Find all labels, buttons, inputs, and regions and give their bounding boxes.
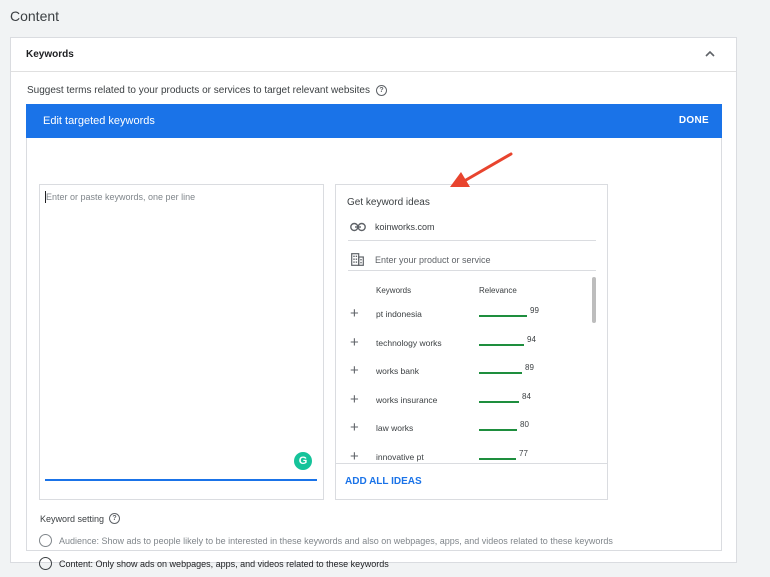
keyword-idea-text: technology works (376, 337, 442, 348)
keyword-setting-label: Keyword setting (40, 513, 105, 524)
keyword-idea-text: innovative pt (376, 451, 424, 462)
keywords-textarea[interactable]: Enter or paste keywords, one per line G (39, 184, 324, 500)
keyword-idea-row[interactable]: + technology works 94 (336, 329, 598, 357)
ideas-footer-divider (336, 463, 607, 464)
done-button[interactable]: DONE (679, 115, 709, 126)
relevance-score: 99 (530, 306, 539, 315)
keyword-ideas-title: Get keyword ideas (347, 197, 430, 208)
relevance-score: 77 (519, 448, 528, 458)
keyword-ideas-panel: Get keyword ideas koinworks.com Enter yo… (335, 184, 608, 500)
plus-icon[interactable]: + (350, 449, 359, 464)
plus-icon[interactable]: + (350, 363, 359, 378)
keyword-idea-text: works insurance (376, 394, 438, 405)
help-icon[interactable]: ? (109, 513, 121, 524)
column-header-keywords: Keywords (376, 286, 412, 295)
text-caret (45, 191, 46, 203)
link-icon (350, 222, 366, 232)
suggest-description: Suggest terms related to your products o… (27, 85, 387, 96)
keywords-card-title: Keywords (26, 49, 74, 60)
product-placeholder: Enter your product or service (375, 255, 491, 265)
keyword-idea-text: law works (376, 423, 414, 433)
radio-button[interactable] (39, 534, 52, 547)
suggest-text: Suggest terms related to your products o… (27, 85, 370, 96)
chevron-up-icon[interactable] (704, 48, 716, 60)
keyword-idea-row[interactable]: + innovative pt 77 (336, 443, 598, 464)
keywords-card: Keywords Suggest terms related to your p… (10, 37, 737, 570)
relevance-bar (479, 343, 524, 346)
keyword-setting-heading: Keyword setting ? (40, 513, 121, 524)
keyword-ideas-list: + pt indonesia 99 + technology works 94 + works… (336, 300, 598, 463)
keyword-idea-row[interactable]: + pt indonesia 99 (336, 300, 598, 328)
relevance-score: 84 (522, 391, 531, 401)
radio-option-content[interactable]: Content: Only show ads on webpages, apps… (39, 557, 389, 570)
radio-button[interactable] (39, 557, 52, 570)
page-title: Content (10, 8, 60, 24)
relevance-bar (479, 457, 516, 460)
plus-icon[interactable]: + (350, 306, 359, 321)
relevance-score: 80 (520, 420, 529, 429)
column-header-relevance: Relevance (479, 286, 517, 295)
relevance-score: 89 (525, 363, 534, 372)
help-icon[interactable]: ? (375, 85, 387, 96)
edit-keywords-title: Edit targeted keywords (43, 115, 155, 127)
grammarly-icon[interactable]: G (294, 452, 312, 470)
radio-label-audience: Audience: Show ads to people likely to b… (59, 535, 613, 546)
ideas-scrollbar[interactable] (592, 277, 596, 323)
plus-icon[interactable]: + (350, 392, 359, 407)
relevance-bar (479, 372, 522, 374)
relevance-bar (479, 315, 527, 317)
plus-icon[interactable]: + (350, 420, 359, 435)
building-icon (351, 253, 364, 266)
radio-label-content: Content: Only show ads on webpages, apps… (59, 558, 389, 569)
relevance-bar (479, 429, 517, 431)
url-field[interactable]: koinworks.com (348, 219, 596, 241)
keyword-idea-text: works bank (376, 366, 419, 376)
add-all-ideas-button[interactable]: ADD ALL IDEAS (345, 476, 422, 487)
keyword-idea-row[interactable]: + works insurance 84 (336, 386, 598, 414)
textarea-focus-underline (45, 479, 317, 481)
plus-icon[interactable]: + (350, 335, 359, 350)
keyword-idea-text: pt indonesia (376, 309, 422, 319)
keywords-card-header[interactable]: Keywords (11, 38, 736, 72)
keyword-idea-row[interactable]: + works bank 89 (336, 357, 598, 385)
product-field[interactable]: Enter your product or service (348, 249, 596, 271)
edit-keywords-panel: Edit targeted keywords DONE Enter or pas… (26, 104, 722, 570)
keyword-idea-row[interactable]: + law works 80 (336, 414, 598, 442)
url-value: koinworks.com (375, 222, 435, 232)
relevance-bar (479, 400, 519, 403)
keywords-placeholder: Enter or paste keywords, one per line (46, 192, 196, 202)
relevance-score: 94 (527, 334, 536, 344)
radio-option-audience[interactable]: Audience: Show ads to people likely to b… (39, 534, 613, 547)
edit-keywords-bar: Edit targeted keywords DONE (26, 104, 722, 138)
